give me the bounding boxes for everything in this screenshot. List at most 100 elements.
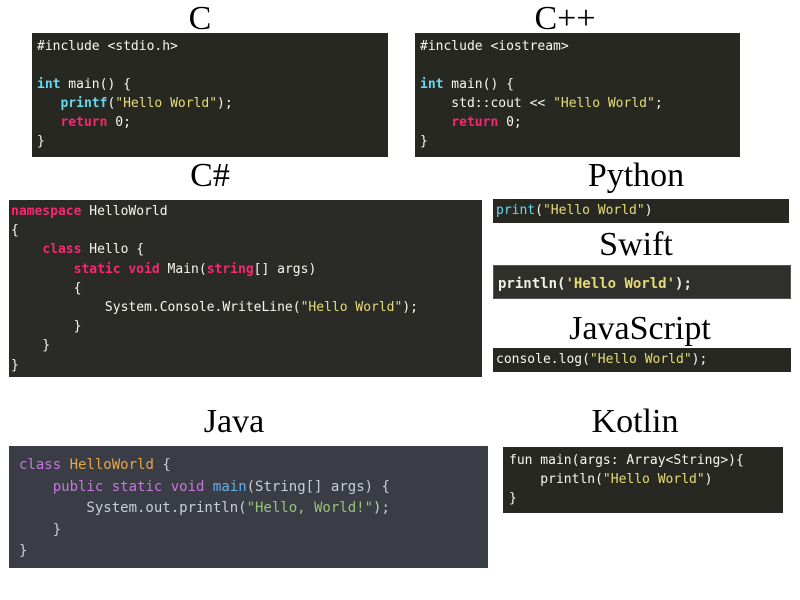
code-token: main() {	[60, 77, 131, 92]
code-token: class	[42, 242, 82, 258]
code-token: fun main(args: Array<String>){	[509, 453, 744, 468]
code-block-swift: println('Hello World');	[493, 265, 791, 299]
code-line: static void Main(string[] args)	[11, 260, 482, 279]
code-token: return	[451, 115, 499, 130]
code-line: {	[11, 279, 482, 298]
code-token: main	[212, 478, 247, 495]
code-line: }	[11, 356, 482, 375]
code-line: class HelloWorld {	[19, 455, 488, 477]
code-token: }	[19, 543, 28, 559]
code-line: public static void main(String[] args) {	[19, 477, 488, 499]
code-token: 0;	[498, 115, 522, 130]
code-token: );	[675, 276, 692, 292]
code-line: }	[19, 520, 488, 542]
code-line: }	[37, 132, 388, 151]
code-line: std::cout << "Hello World";	[420, 94, 740, 113]
code-line: print("Hello World")	[496, 201, 789, 221]
code-block-cpp: #include <iostream> int main() { std::co…	[415, 33, 740, 157]
code-line: }	[19, 541, 488, 563]
code-line: class Hello {	[11, 240, 482, 259]
code-token: "Hello World"	[602, 472, 705, 487]
title-javascript: JavaScript	[569, 310, 711, 347]
code-token: ;	[654, 96, 663, 111]
code-line: console.log("Hello World");	[496, 350, 791, 370]
code-token: "Hello World"	[589, 352, 692, 367]
code-token: 0;	[107, 115, 131, 130]
code-token: public	[52, 478, 104, 495]
code-token: "Hello, World!"	[246, 500, 374, 516]
title-swift: Swift	[599, 226, 673, 263]
code-token: println(	[498, 276, 566, 292]
code-line: }	[11, 336, 482, 355]
code-token: (	[535, 203, 543, 218]
code-block-python: print("Hello World")	[493, 199, 789, 223]
code-token: System.out.println(	[19, 500, 247, 516]
code-token: class	[19, 457, 62, 473]
code-line: #include <stdio.h>	[37, 37, 388, 56]
code-line: println('Hello World');	[498, 274, 790, 294]
code-token: )	[644, 203, 653, 218]
code-line: int main() {	[37, 75, 388, 94]
code-token: void	[170, 478, 205, 495]
title-python: Python	[587, 157, 685, 194]
code-token: 'Hello World'	[565, 276, 676, 292]
code-line: fun main(args: Array<String>){	[509, 451, 783, 470]
code-token: "Hello World"	[542, 203, 645, 218]
code-token: );	[691, 352, 708, 367]
title-c: C	[188, 0, 212, 37]
code-token: main() {	[443, 77, 514, 92]
code-token: )	[704, 472, 713, 487]
code-line: #include <iostream>	[420, 37, 740, 56]
code-token: void	[128, 261, 160, 277]
code-token: }	[11, 338, 51, 354]
code-token: #include <iostream>	[420, 39, 569, 54]
code-line: {	[11, 221, 482, 240]
title-kotlin: Kotlin	[591, 403, 679, 440]
code-token: }	[19, 521, 62, 538]
title-cpp: C++	[534, 0, 596, 37]
code-line: namespace HelloWorld	[11, 202, 482, 221]
code-line: println("Hello World")	[509, 470, 783, 489]
code-token: );	[217, 96, 233, 111]
code-token: (String[] args) {	[246, 478, 390, 495]
title-csharp: C#	[190, 157, 230, 194]
code-token: println(	[509, 472, 603, 487]
code-token: namespace	[11, 204, 82, 219]
code-line: int main() {	[420, 75, 740, 94]
code-token: {	[153, 457, 171, 473]
title-java: Java	[203, 403, 265, 440]
code-token: printf	[60, 96, 108, 111]
code-token: static	[111, 478, 163, 495]
code-block-csharp: namespace HelloWorld { class Hello { stat…	[9, 200, 482, 377]
code-block-javascript: console.log("Hello World");	[493, 348, 791, 372]
code-token: System.Console.WriteLine(	[11, 300, 301, 316]
code-token: #include <stdio.h>	[37, 39, 178, 54]
code-token: HelloWorld	[81, 204, 168, 219]
code-token: print	[496, 203, 536, 218]
code-block-java: class HelloWorld { public static void ma…	[9, 446, 488, 568]
code-token: int	[420, 77, 444, 92]
code-line: return 0;	[420, 113, 740, 132]
code-token: Main(	[159, 261, 207, 277]
code-line: System.Console.WriteLine("Hello World");	[11, 298, 482, 317]
code-line: System.out.println("Hello, World!");	[19, 498, 488, 520]
code-token: }	[420, 134, 428, 149]
code-line: printf("Hello World");	[37, 94, 388, 113]
code-token: );	[373, 500, 390, 516]
code-line: return 0;	[37, 113, 388, 132]
code-token: int	[37, 77, 61, 92]
code-token: "Hello World"	[553, 96, 655, 111]
code-token: console.log(	[496, 352, 590, 367]
code-token: );	[402, 300, 418, 316]
code-token: {	[11, 280, 82, 296]
code-token: }	[11, 319, 82, 335]
code-token: HelloWorld	[69, 457, 154, 473]
code-block-kotlin: fun main(args: Array<String>){ println("…	[503, 447, 783, 513]
code-token: return	[60, 115, 108, 130]
